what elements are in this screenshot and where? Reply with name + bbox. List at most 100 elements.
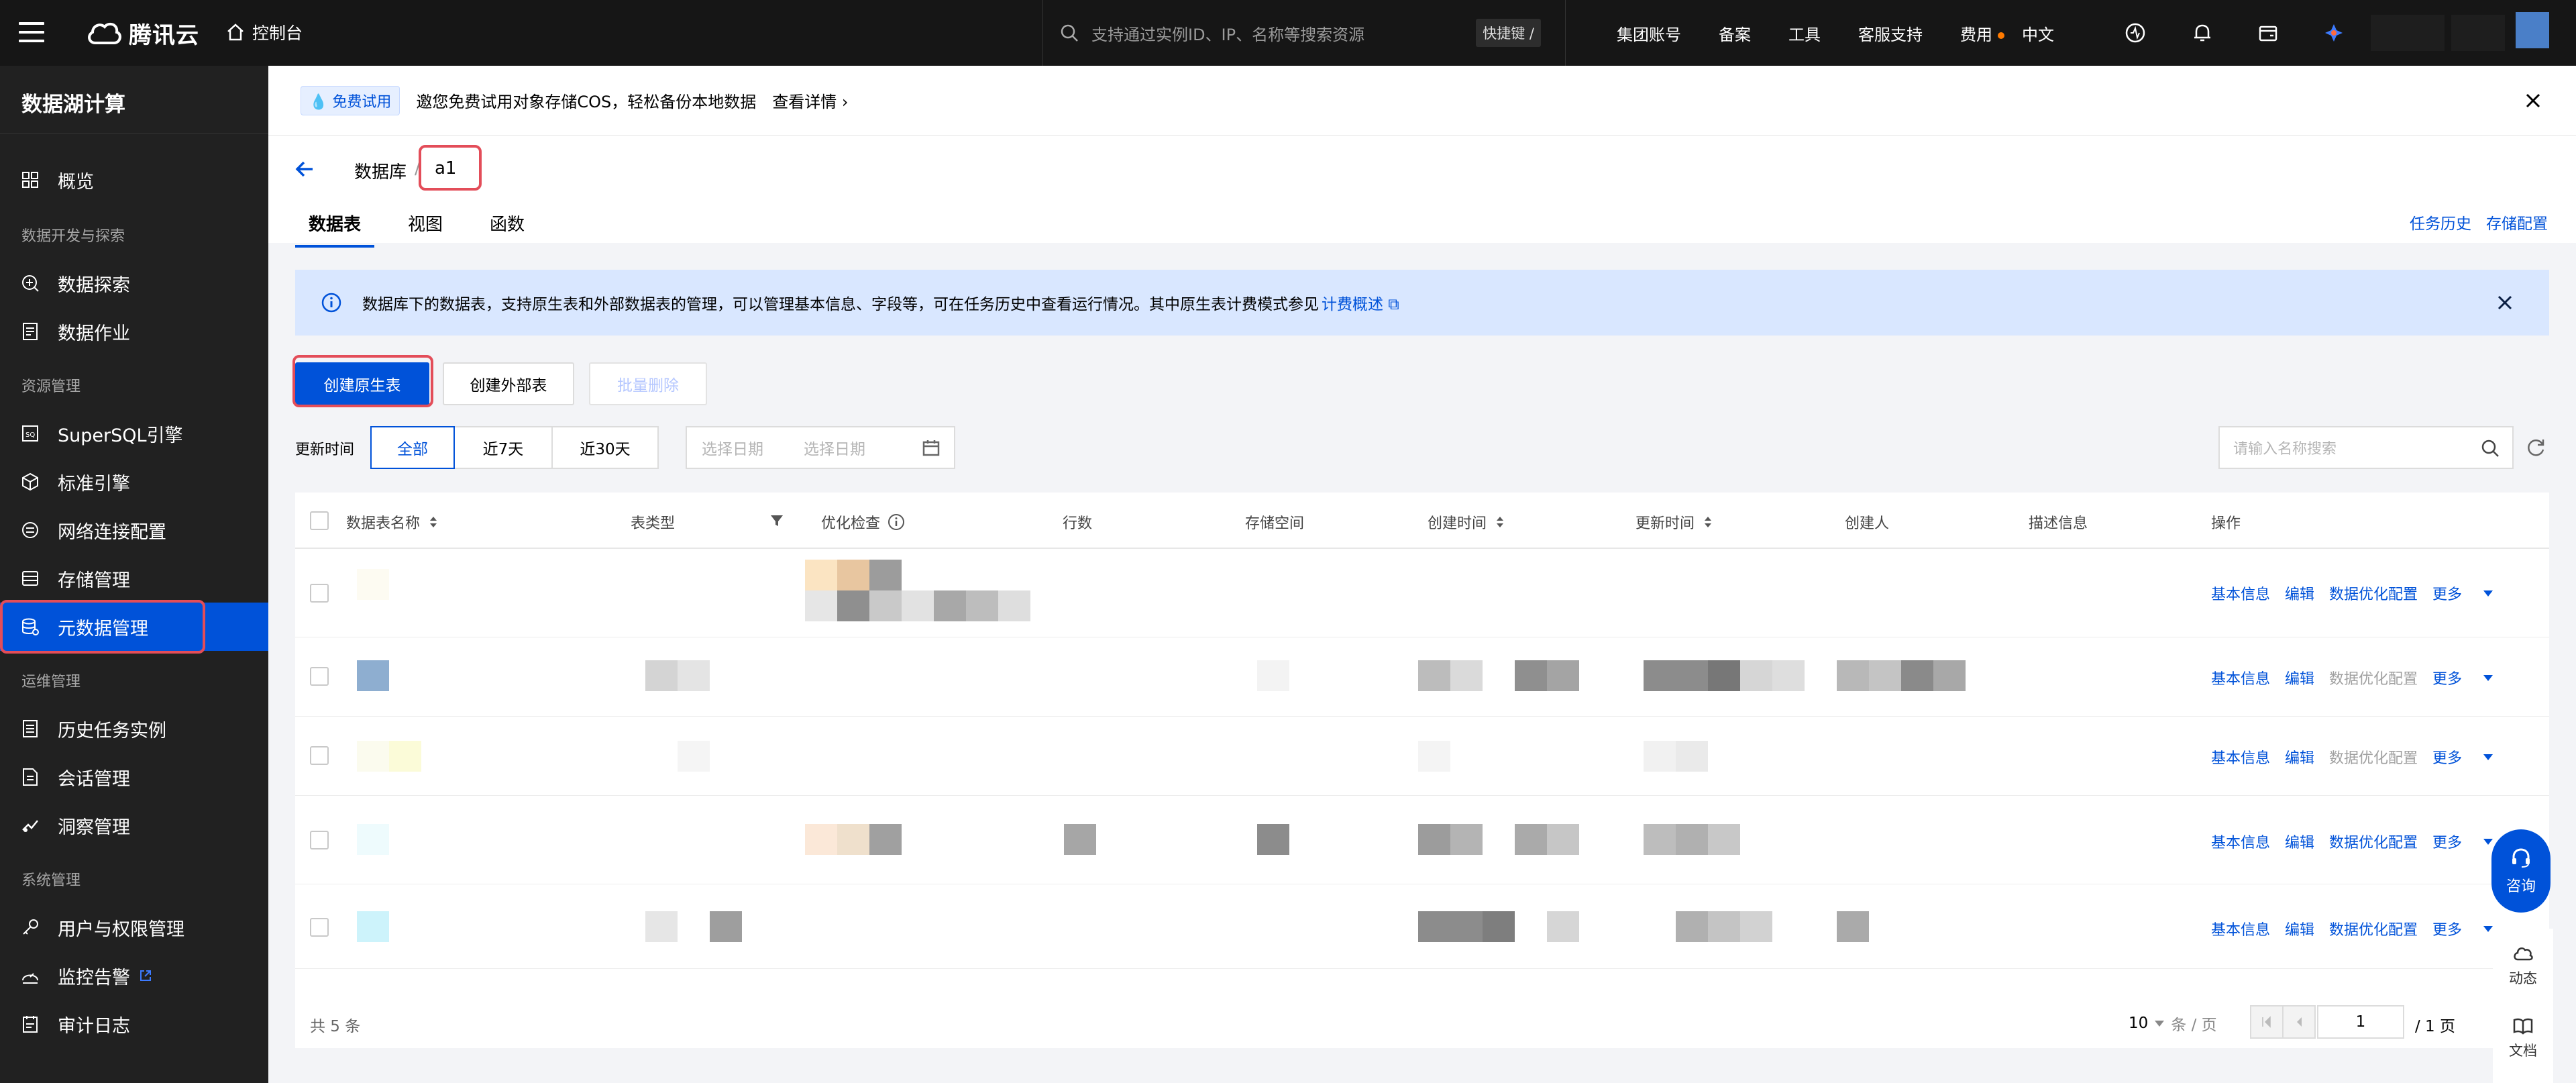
- console-link[interactable]: 控制台: [225, 20, 303, 44]
- filter-30days[interactable]: 近30天: [551, 426, 659, 469]
- sidebar-item-monitor[interactable]: 监控告警: [0, 951, 268, 1000]
- refresh-icon[interactable]: [2525, 436, 2546, 458]
- more-dropdown[interactable]: 更多: [2432, 831, 2493, 852]
- sidebar-item-audit[interactable]: 审计日志: [0, 1000, 268, 1048]
- edit-link[interactable]: 编辑: [2285, 746, 2314, 768]
- sidebar-item-supersql[interactable]: SQ SuperSQL引擎: [0, 409, 268, 458]
- billing-overview-link[interactable]: 计费概述 ⧉: [1322, 291, 1399, 314]
- notice-text: 数据库下的数据表，支持原生表和外部数据表的管理，可以管理基本信息、字段等，可在任…: [362, 296, 1319, 313]
- edit-link[interactable]: 编辑: [2285, 667, 2314, 688]
- col-updated-time[interactable]: 更新时间: [1635, 511, 1715, 533]
- redacted-updated: [1708, 824, 1740, 855]
- search-icon[interactable]: [2480, 438, 2500, 458]
- close-icon[interactable]: [2524, 91, 2542, 110]
- col-label: 数据表名称: [346, 515, 421, 532]
- back-arrow-icon[interactable]: [292, 157, 317, 181]
- sidebar-item-session[interactable]: 会话管理: [0, 753, 268, 801]
- row-checkbox[interactable]: [310, 746, 329, 765]
- filter-all[interactable]: 全部: [370, 426, 455, 469]
- basic-info-link[interactable]: 基本信息: [2211, 746, 2270, 768]
- sidebar-item-standard-engine[interactable]: 标准引擎: [0, 458, 268, 506]
- create-external-table-button[interactable]: 创建外部表: [443, 362, 574, 405]
- global-search[interactable]: 支持通过实例ID、IP、名称等搜索资源 快捷键 /: [1042, 0, 1566, 66]
- nav-language[interactable]: 中文: [2022, 21, 2054, 45]
- date-range-picker[interactable]: 选择日期 选择日期: [686, 426, 955, 469]
- optimize-config-link[interactable]: 数据优化配置: [2329, 746, 2418, 768]
- sidebar-item-history[interactable]: 历史任务实例: [0, 705, 268, 753]
- activity-icon[interactable]: [2124, 21, 2147, 44]
- consult-button[interactable]: 咨询: [2491, 829, 2551, 913]
- tab-functions[interactable]: 函数: [476, 203, 538, 248]
- breadcrumb-database[interactable]: 数据库: [354, 158, 407, 183]
- nav-group-account[interactable]: 集团账号: [1617, 21, 1681, 45]
- start-date: 选择日期: [702, 441, 763, 458]
- assistant-icon[interactable]: [2322, 21, 2345, 44]
- page-number-input[interactable]: 1: [2317, 1005, 2404, 1039]
- sidebar-item-network[interactable]: 网络连接配置: [0, 506, 268, 554]
- sort-icon: [430, 517, 437, 527]
- nav-tools[interactable]: 工具: [1788, 21, 1821, 45]
- more-dropdown[interactable]: 更多: [2432, 918, 2493, 939]
- optimize-config-link[interactable]: 数据优化配置: [2329, 831, 2418, 852]
- row-checkbox[interactable]: [310, 831, 329, 849]
- session-icon: [23, 768, 38, 786]
- storage-config-link[interactable]: 存储配置: [2486, 211, 2548, 234]
- sidebar-item-storage[interactable]: 存储管理: [0, 554, 268, 603]
- col-optimize-check: 优化检查: [821, 511, 906, 533]
- info-circle-icon[interactable]: [887, 513, 906, 531]
- table-row: 基本信息 编辑 数据优化配置 更多: [295, 717, 2549, 796]
- basic-info-link[interactable]: 基本信息: [2211, 582, 2270, 604]
- sidebar-item-permissions[interactable]: 用户与权限管理: [0, 903, 268, 951]
- nav-billing[interactable]: 费用: [1960, 21, 2004, 45]
- page-size-select[interactable]: 10 条 / 页: [2129, 1012, 2217, 1035]
- tab-views[interactable]: 视图: [394, 203, 456, 248]
- row-checkbox[interactable]: [310, 584, 329, 603]
- more-dropdown[interactable]: 更多: [2432, 582, 2493, 604]
- col-created-time[interactable]: 创建时间: [1428, 511, 1507, 533]
- prev-page-button[interactable]: [2282, 1005, 2316, 1039]
- edit-link[interactable]: 编辑: [2285, 918, 2314, 939]
- table-search-input[interactable]: 请输入名称搜索: [2218, 426, 2514, 469]
- audit-icon: [23, 1016, 38, 1033]
- sidebar-item-insight[interactable]: 洞察管理: [0, 801, 268, 849]
- redacted-type: [645, 660, 678, 691]
- sidebar-item-jobs[interactable]: 数据作业: [0, 307, 268, 356]
- optimize-config-link[interactable]: 数据优化配置: [2329, 918, 2418, 939]
- first-page-button[interactable]: [2250, 1005, 2284, 1039]
- promo-link[interactable]: 查看详情 ›: [772, 89, 848, 112]
- select-all-checkbox[interactable]: [310, 511, 329, 530]
- avatar[interactable]: [2516, 12, 2549, 48]
- sidebar-item-overview[interactable]: 概览: [0, 156, 268, 204]
- logo[interactable]: 腾讯云: [86, 17, 199, 49]
- optimize-config-link[interactable]: 数据优化配置: [2329, 582, 2418, 604]
- docs-button[interactable]: 文档: [2493, 1015, 2553, 1060]
- row-checkbox[interactable]: [310, 667, 329, 686]
- close-icon[interactable]: [2496, 293, 2514, 312]
- edit-link[interactable]: 编辑: [2285, 831, 2314, 852]
- account-info[interactable]: [2371, 15, 2445, 51]
- redacted-storage: [1257, 824, 1289, 855]
- info-icon: [321, 293, 341, 313]
- bell-icon[interactable]: [2191, 21, 2214, 44]
- filter-icon[interactable]: [769, 513, 785, 529]
- more-dropdown[interactable]: 更多: [2432, 746, 2493, 768]
- wallet-icon[interactable]: [2257, 21, 2279, 44]
- filter-7days[interactable]: 近7天: [453, 426, 553, 469]
- optimize-config-link[interactable]: 数据优化配置: [2329, 667, 2418, 688]
- dynamic-button[interactable]: 动态: [2493, 942, 2553, 988]
- basic-info-link[interactable]: 基本信息: [2211, 831, 2270, 852]
- nav-filing[interactable]: 备案: [1719, 21, 1751, 45]
- redacted-created: [1418, 660, 1450, 691]
- nav-support[interactable]: 客服支持: [1858, 21, 1923, 45]
- more-dropdown[interactable]: 更多: [2432, 667, 2493, 688]
- sidebar-item-explore[interactable]: 数据探索: [0, 259, 268, 307]
- tab-tables[interactable]: 数据表: [295, 203, 375, 248]
- task-history-link[interactable]: 任务历史: [2410, 211, 2471, 234]
- basic-info-link[interactable]: 基本信息: [2211, 667, 2270, 688]
- menu-icon[interactable]: [19, 22, 44, 42]
- basic-info-link[interactable]: 基本信息: [2211, 918, 2270, 939]
- col-table-name[interactable]: 数据表名称: [346, 511, 440, 533]
- row-checkbox[interactable]: [310, 918, 329, 937]
- edit-link[interactable]: 编辑: [2285, 582, 2314, 604]
- batch-delete-button[interactable]: 批量删除: [589, 362, 707, 405]
